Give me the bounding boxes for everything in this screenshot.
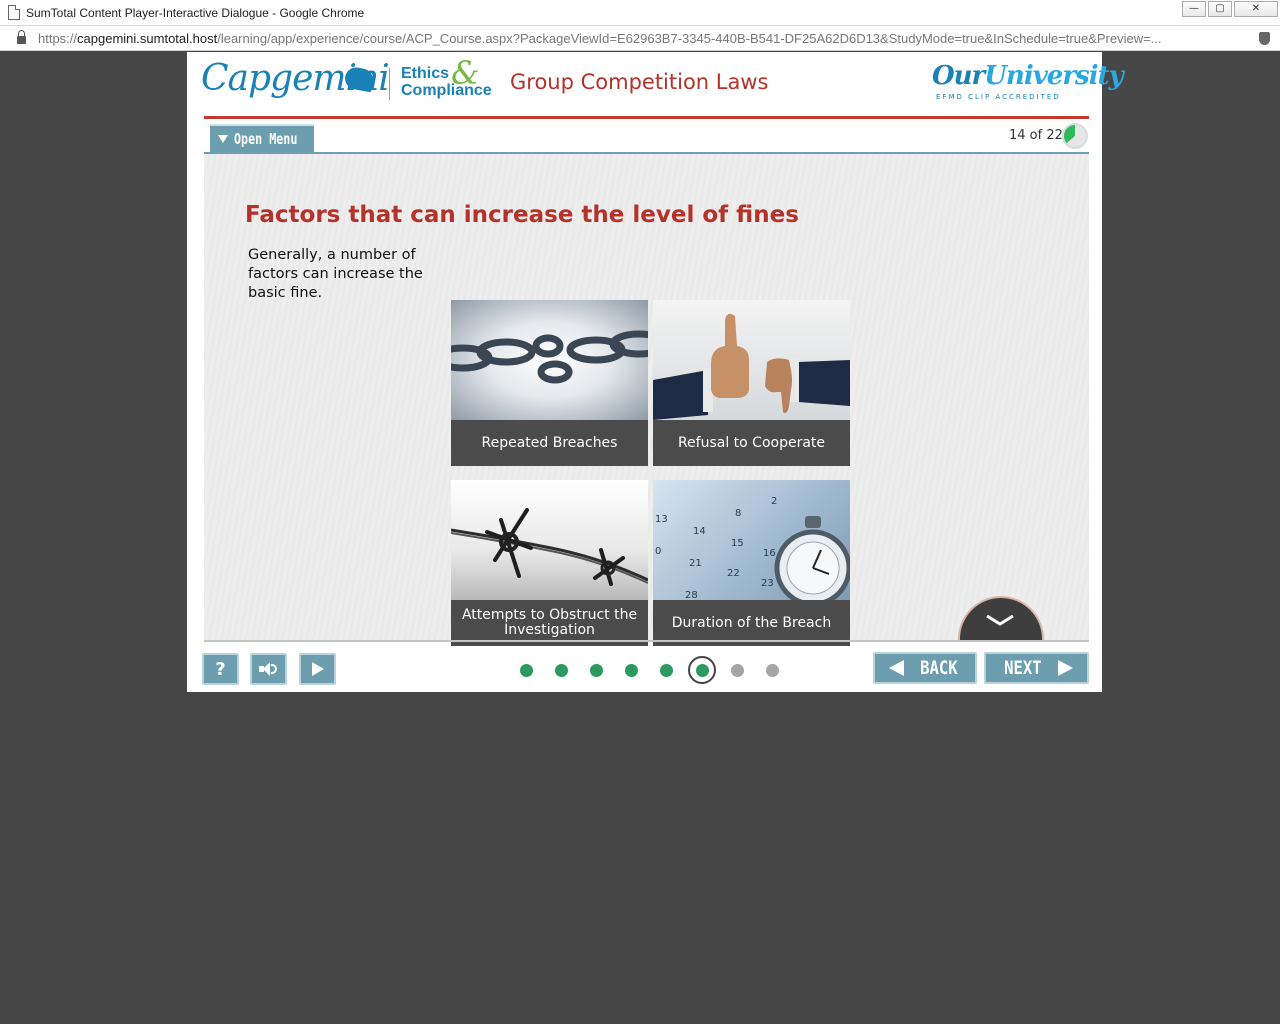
svg-text:8: 8 bbox=[735, 508, 741, 519]
progress-dots bbox=[509, 655, 790, 685]
restore-button[interactable]: ▢ bbox=[1208, 1, 1232, 17]
svg-text:22: 22 bbox=[727, 568, 740, 579]
tile-attempts-to-obstruct[interactable]: Attempts to Obstruct the Investigation bbox=[451, 480, 648, 646]
svg-text:16: 16 bbox=[763, 548, 776, 559]
progress-dot-1[interactable] bbox=[520, 663, 533, 677]
barbed-wire-icon bbox=[451, 480, 648, 600]
progress-dot-2[interactable] bbox=[555, 663, 568, 677]
address-bar[interactable]: https://capgemini.sumtotal.host/learning… bbox=[0, 26, 1280, 51]
progress-dot-7[interactable] bbox=[731, 663, 744, 677]
svg-text:2: 2 bbox=[771, 496, 777, 507]
play-button[interactable] bbox=[299, 653, 336, 685]
stopwatch-calendar-icon: 13 14 15 16 0 21 22 23 28 8 2 bbox=[653, 480, 850, 600]
help-button[interactable]: ? bbox=[202, 653, 239, 685]
window-controls: — ▢ ✕ bbox=[1182, 1, 1278, 17]
efmd-tagline: EFMD CLIP ACCREDITED bbox=[936, 93, 1061, 101]
back-label: BACK bbox=[919, 657, 958, 679]
ampersand-mark: & bbox=[451, 54, 480, 92]
window-title: SumTotal Content Player-Interactive Dial… bbox=[26, 5, 365, 20]
document-icon bbox=[8, 5, 20, 20]
progress-dot-8[interactable] bbox=[766, 663, 779, 677]
slide-title: Factors that can increase the level of f… bbox=[245, 202, 799, 228]
chain-icon bbox=[451, 300, 648, 420]
slide-intro: Generally, a number of factors can incre… bbox=[248, 247, 423, 301]
svg-text:15: 15 bbox=[731, 538, 744, 549]
compliance-line: Compliance bbox=[401, 82, 492, 99]
our-university-logo: OurUniversity bbox=[932, 61, 1124, 91]
svg-text:14: 14 bbox=[693, 526, 706, 537]
university-word: University bbox=[984, 61, 1123, 91]
shield-icon[interactable] bbox=[1259, 32, 1270, 45]
back-button[interactable]: BACK bbox=[873, 652, 977, 684]
svg-text:0: 0 bbox=[655, 546, 661, 557]
arrow-right-icon bbox=[1057, 660, 1073, 676]
tile-duration-of-breach[interactable]: 13 14 15 16 0 21 22 23 28 8 2 Duration of the Br… bbox=[653, 480, 850, 646]
thumbs-up-down-icon bbox=[653, 300, 850, 420]
course-title: Group Competition Laws bbox=[510, 70, 769, 94]
svg-text:21: 21 bbox=[689, 558, 702, 569]
help-icon: ? bbox=[215, 658, 226, 680]
url-path: /learning/app/experience/course/ACP_Cour… bbox=[217, 30, 1162, 46]
page-counter: 14 of 22 bbox=[1009, 128, 1063, 143]
tile-caption: Refusal to Cooperate bbox=[653, 420, 850, 466]
triangle-down-icon bbox=[218, 135, 228, 143]
tile-caption: Repeated Breaches bbox=[451, 420, 648, 466]
ethics-compliance-logo: Ethics Compliance bbox=[401, 65, 496, 99]
progress-dot-5[interactable] bbox=[660, 663, 673, 677]
ethics-line: Ethics bbox=[401, 65, 450, 82]
progress-dot-6[interactable] bbox=[688, 656, 716, 684]
progress-dot-4[interactable] bbox=[625, 663, 638, 677]
footer-divider bbox=[204, 640, 1089, 642]
url-prefix: https:// bbox=[38, 30, 78, 46]
expand-toggle[interactable] bbox=[958, 596, 1044, 641]
lock-icon[interactable] bbox=[17, 30, 26, 44]
next-button[interactable]: NEXT bbox=[984, 652, 1089, 684]
header-divider bbox=[204, 116, 1089, 119]
slide-content: Factors that can increase the level of f… bbox=[204, 154, 1089, 646]
svg-text:28: 28 bbox=[685, 590, 698, 600]
progress-pie-icon bbox=[1062, 123, 1088, 149]
progress-dot-3[interactable] bbox=[590, 663, 603, 677]
next-label: NEXT bbox=[1004, 657, 1042, 679]
tile-repeated-breaches[interactable]: Repeated Breaches bbox=[451, 300, 648, 466]
logo-divider bbox=[389, 68, 390, 100]
play-icon bbox=[311, 662, 324, 676]
our-word: Our bbox=[932, 61, 985, 91]
url-host: capgemini.sumtotal.host bbox=[77, 30, 218, 46]
minimize-button[interactable]: — bbox=[1182, 1, 1206, 17]
chevron-down-icon bbox=[986, 614, 1014, 626]
speaker-icon bbox=[258, 662, 279, 676]
course-header: Capgemini Ethics Compliance & Group Comp… bbox=[187, 52, 1124, 119]
window-titlebar: SumTotal Content Player-Interactive Dial… bbox=[0, 0, 1280, 26]
url-text[interactable]: https://capgemini.sumtotal.host/learning… bbox=[38, 31, 1243, 46]
close-button[interactable]: ✕ bbox=[1234, 1, 1278, 17]
svg-text:13: 13 bbox=[655, 514, 668, 525]
course-player: Capgemini Ethics Compliance & Group Comp… bbox=[187, 52, 1124, 692]
open-menu-button[interactable]: Open Menu bbox=[210, 124, 314, 152]
audio-button[interactable] bbox=[250, 653, 287, 685]
tile-refusal-to-cooperate[interactable]: Refusal to Cooperate bbox=[653, 300, 850, 466]
svg-text:23: 23 bbox=[761, 578, 774, 589]
arrow-left-icon bbox=[888, 660, 904, 676]
open-menu-label: Open Menu bbox=[234, 130, 298, 148]
